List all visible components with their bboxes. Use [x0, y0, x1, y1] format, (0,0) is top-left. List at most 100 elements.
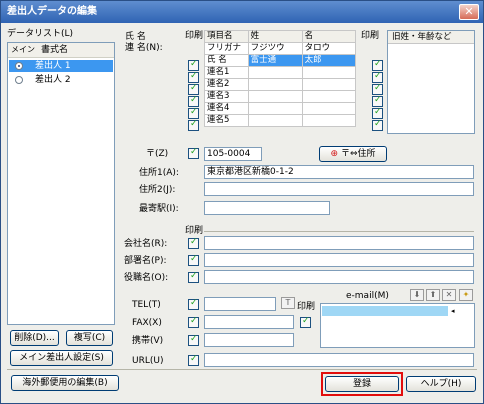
old-grid-header: 旧姓・年齢など [388, 31, 474, 44]
address1-field[interactable]: 東京都港区新橋0-1-2 [204, 165, 474, 179]
print-checkbox-renmei2[interactable]: ✓ [188, 83, 199, 95]
main-radio[interactable] [15, 62, 23, 70]
dept-field[interactable] [204, 253, 474, 267]
sei-cell[interactable] [247, 90, 303, 103]
old-print-checkbox[interactable]: ✓ [372, 107, 383, 119]
mobile-field[interactable] [204, 333, 294, 347]
mei-cell[interactable] [301, 114, 357, 127]
table-row[interactable]: 氏 名 富士通 太郎 [204, 54, 357, 67]
main-sender-button[interactable]: メイン差出人設定(S) [10, 350, 113, 366]
tel-print-checkbox[interactable]: ✓ [188, 298, 199, 310]
print-checkbox-renmei1[interactable]: ✓ [188, 71, 199, 83]
grid-header-row: 項目名 姓 名 [204, 30, 357, 43]
mobile-print-checkbox[interactable]: ✓ [188, 334, 199, 346]
old-print-checkbox[interactable]: ✓ [372, 83, 383, 95]
print-checkbox-renmei3[interactable]: ✓ [188, 95, 199, 107]
table-row[interactable]: フリガナ フジツウ タロウ [204, 42, 357, 55]
sei-cell[interactable] [247, 66, 303, 79]
zip-button-label: 〒⇔住所 [340, 149, 376, 159]
old-print-checkbox[interactable]: ✓ [372, 71, 383, 83]
tel-field[interactable] [204, 297, 276, 311]
old-print-checkbox[interactable]: ✓ [372, 59, 383, 71]
table-row[interactable]: 連名2 [204, 78, 357, 91]
move-up-icon[interactable]: ⬆ [426, 289, 440, 301]
sei-cell[interactable]: フジツウ [247, 42, 303, 55]
zip-field[interactable]: 105-0004 [204, 147, 262, 161]
print-checkbox-renmei5[interactable]: ✓ [188, 119, 199, 131]
station-field[interactable] [204, 201, 330, 215]
zip-label: 〒(Z) [146, 149, 169, 159]
email-entry-selected[interactable] [322, 306, 448, 316]
table-row[interactable]: 連名5 [204, 114, 357, 127]
job-title-field[interactable] [204, 270, 474, 284]
sei-cell[interactable] [247, 78, 303, 91]
zip-address-button[interactable]: ⊕ 〒⇔住所 [319, 146, 387, 162]
addr2-label: 住所2(J): [139, 185, 176, 195]
names-label-2: 連 名(N): [125, 43, 163, 53]
print-checkbox-renmei4[interactable]: ✓ [188, 107, 199, 119]
print-checkbox-name[interactable]: ✓ [188, 59, 199, 71]
company-label: 会社名(R): [124, 239, 168, 249]
table-row[interactable]: 連名1 [204, 66, 357, 79]
contact-print-label: 印刷 [297, 302, 316, 312]
row-arrow-icon: ◂ [451, 307, 455, 315]
grid-header: 姓 [247, 30, 303, 43]
fax-label: FAX(X) [132, 318, 162, 328]
mobile-label: 携帯(V) [132, 336, 164, 346]
list-item-name: 差出人 1 [35, 61, 71, 71]
list-item[interactable]: 差出人 1 [9, 60, 113, 72]
phone-type-icon[interactable]: T [281, 297, 295, 309]
copy-button[interactable]: 複写(C) [66, 330, 113, 346]
row-label: 連名3 [204, 90, 249, 103]
table-row[interactable]: 連名3 [204, 90, 357, 103]
col-main[interactable]: メイン [11, 44, 35, 56]
table-row[interactable]: 連名4 [204, 102, 357, 115]
email-print-checkbox[interactable]: ✓ [300, 316, 311, 328]
mei-cell[interactable] [301, 66, 357, 79]
col-name[interactable]: 書式名 [41, 44, 68, 56]
row-label: 連名2 [204, 78, 249, 91]
mei-cell[interactable]: 太郎 [301, 54, 357, 67]
delete-button[interactable]: 削除(D)... [10, 330, 59, 346]
old-name-grid[interactable]: 旧姓・年齢など [387, 30, 475, 134]
dept-label: 部署名(P): [124, 256, 167, 266]
dept-print-checkbox[interactable]: ✓ [188, 254, 199, 266]
sei-cell[interactable] [247, 102, 303, 115]
fax-print-checkbox[interactable]: ✓ [188, 316, 199, 328]
old-print-checkbox[interactable]: ✓ [372, 119, 383, 131]
mei-cell[interactable]: タロウ [301, 42, 357, 55]
delete-icon[interactable]: ✕ [442, 289, 456, 301]
company-print-checkbox[interactable]: ✓ [188, 237, 199, 249]
company-field[interactable] [204, 236, 474, 250]
station-label: 最寄駅(I): [139, 204, 179, 214]
fax-field[interactable] [204, 315, 294, 329]
email-list[interactable]: ◂ [320, 303, 475, 348]
mei-cell[interactable] [301, 90, 357, 103]
url-print-checkbox[interactable]: ✓ [188, 354, 199, 366]
zip-print-checkbox[interactable]: ✓ [188, 147, 199, 159]
list-item-name: 差出人 2 [35, 75, 71, 85]
close-icon[interactable]: ✕ [459, 4, 479, 20]
help-button[interactable]: ヘルプ(H) [406, 376, 476, 392]
add-email-icon[interactable]: ✦ [459, 289, 473, 301]
overseas-edit-button[interactable]: 海外郵便用の編集(B) [11, 375, 119, 391]
sei-cell[interactable] [247, 114, 303, 127]
mei-cell[interactable] [301, 102, 357, 115]
sei-cell[interactable]: 富士通 [247, 54, 303, 67]
name-grid: 項目名 姓 名 フリガナ フジツウ タロウ 氏 名 富士通 太郎 連名1 連名2… [204, 30, 357, 127]
address2-field[interactable] [204, 182, 474, 196]
title-print-checkbox[interactable]: ✓ [188, 271, 199, 283]
old-print-checkbox[interactable]: ✓ [372, 95, 383, 107]
main-radio[interactable] [15, 76, 23, 84]
zip-convert-icon: ⊕ [330, 149, 339, 159]
mei-cell[interactable] [301, 78, 357, 91]
register-button[interactable]: 登録 [325, 376, 399, 392]
row-label: 連名1 [204, 66, 249, 79]
edit-sender-dialog: 差出人データの編集 ✕ データリスト(L) メイン 書式名 差出人 1 差出人 … [0, 0, 484, 404]
row-label: フリガナ [204, 42, 249, 55]
url-field[interactable] [204, 353, 474, 367]
row-label: 氏 名 [204, 54, 249, 67]
old-header-label: 旧姓・年齢など [392, 32, 452, 42]
move-down-icon[interactable]: ⬇ [410, 289, 424, 301]
list-item[interactable]: 差出人 2 [9, 74, 113, 86]
